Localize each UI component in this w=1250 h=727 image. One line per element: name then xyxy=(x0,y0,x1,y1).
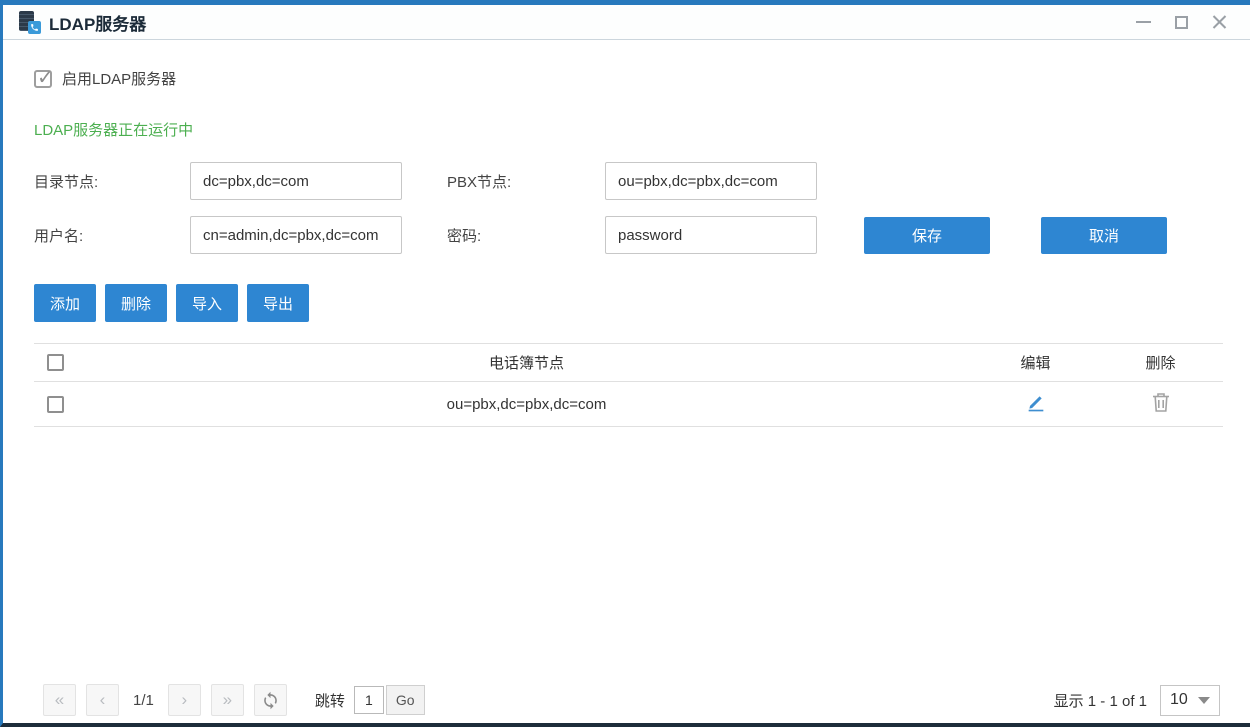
record-summary: 显示 1 - 1 of 1 xyxy=(1054,690,1147,711)
window-controls xyxy=(1134,13,1236,31)
minimize-button[interactable] xyxy=(1134,13,1152,31)
titlebar: LDAP服务器 xyxy=(3,5,1250,40)
export-button[interactable]: 导出 xyxy=(247,284,309,322)
go-button[interactable]: Go xyxy=(386,685,425,715)
pagination-controls: « ‹ 1/1 › » 跳转 Go xyxy=(43,684,425,716)
add-button[interactable]: 添加 xyxy=(34,284,96,322)
minimize-icon xyxy=(1136,21,1151,23)
refresh-icon xyxy=(261,691,280,710)
trash-icon xyxy=(1151,391,1171,413)
directory-node-input[interactable] xyxy=(190,162,402,200)
column-header-node: 电话簿节点 xyxy=(80,352,973,373)
server-status-text: LDAP服务器正在运行中 xyxy=(34,119,1220,140)
delete-row-button[interactable] xyxy=(1151,391,1171,413)
pagination-summary-area: 显示 1 - 1 of 1 10 xyxy=(1054,685,1220,716)
close-icon xyxy=(1212,15,1227,30)
enable-ldap-row: 启用LDAP服务器 xyxy=(34,68,1220,89)
pagination-bar: « ‹ 1/1 › » 跳转 Go 显示 1 - 1 of 1 10 xyxy=(43,683,1220,717)
prev-page-button[interactable]: ‹ xyxy=(86,684,119,716)
row-checkbox[interactable] xyxy=(47,396,64,413)
enable-ldap-label: 启用LDAP服务器 xyxy=(62,68,176,89)
last-page-button[interactable]: » xyxy=(211,684,244,716)
phonebook-toolbar: 添加 删除 导入 导出 xyxy=(34,284,1220,322)
select-all-checkbox[interactable] xyxy=(47,354,64,371)
form-row-2: 用户名: 密码: 保存 取消 xyxy=(34,216,1220,254)
enable-ldap-checkbox[interactable] xyxy=(34,70,52,88)
maximize-icon xyxy=(1175,16,1188,29)
phone-badge-icon xyxy=(28,21,41,34)
maximize-button[interactable] xyxy=(1172,13,1190,31)
username-label: 用户名: xyxy=(34,225,190,246)
server-phonebook-icon xyxy=(17,10,41,34)
cancel-button[interactable]: 取消 xyxy=(1041,217,1167,254)
edit-row-button[interactable] xyxy=(1025,391,1047,413)
delete-button[interactable]: 删除 xyxy=(105,284,167,322)
jump-page-input[interactable] xyxy=(354,686,384,714)
refresh-button[interactable] xyxy=(254,684,287,716)
page-size-dropdown[interactable]: 10 xyxy=(1160,685,1220,716)
first-page-button[interactable]: « xyxy=(43,684,76,716)
import-button[interactable]: 导入 xyxy=(176,284,238,322)
column-header-edit: 编辑 xyxy=(973,352,1098,373)
pencil-icon xyxy=(1025,391,1047,413)
form-row-1: 目录节点: PBX节点: xyxy=(34,162,1220,200)
directory-node-label: 目录节点: xyxy=(34,171,190,192)
main-content: 启用LDAP服务器 LDAP服务器正在运行中 目录节点: PBX节点: 用户名:… xyxy=(3,40,1250,427)
pbx-node-input[interactable] xyxy=(605,162,817,200)
column-header-delete: 删除 xyxy=(1098,352,1223,373)
jump-label: 跳转 xyxy=(315,690,345,711)
next-page-button[interactable]: › xyxy=(168,684,201,716)
row-node-value: ou=pbx,dc=pbx,dc=com xyxy=(80,396,973,413)
window-title: LDAP服务器 xyxy=(49,10,146,35)
ldap-server-window: LDAP服务器 启用LDAP服务器 LDAP服务器正在运行中 目录节点: PBX… xyxy=(0,0,1250,727)
chevron-down-icon xyxy=(1198,697,1210,704)
page-indicator: 1/1 xyxy=(133,692,154,709)
pbx-node-label: PBX节点: xyxy=(447,171,605,192)
close-button[interactable] xyxy=(1210,13,1228,31)
password-label: 密码: xyxy=(447,225,605,246)
password-input[interactable] xyxy=(605,216,817,254)
table-row: ou=pbx,dc=pbx,dc=com xyxy=(34,382,1223,427)
username-input[interactable] xyxy=(190,216,402,254)
phonebook-table: 电话簿节点 编辑 删除 ou=pbx,dc=pbx,dc=com xyxy=(34,343,1223,427)
save-button[interactable]: 保存 xyxy=(864,217,990,254)
page-size-value: 10 xyxy=(1170,691,1188,709)
table-header-row: 电话簿节点 编辑 删除 xyxy=(34,343,1223,382)
